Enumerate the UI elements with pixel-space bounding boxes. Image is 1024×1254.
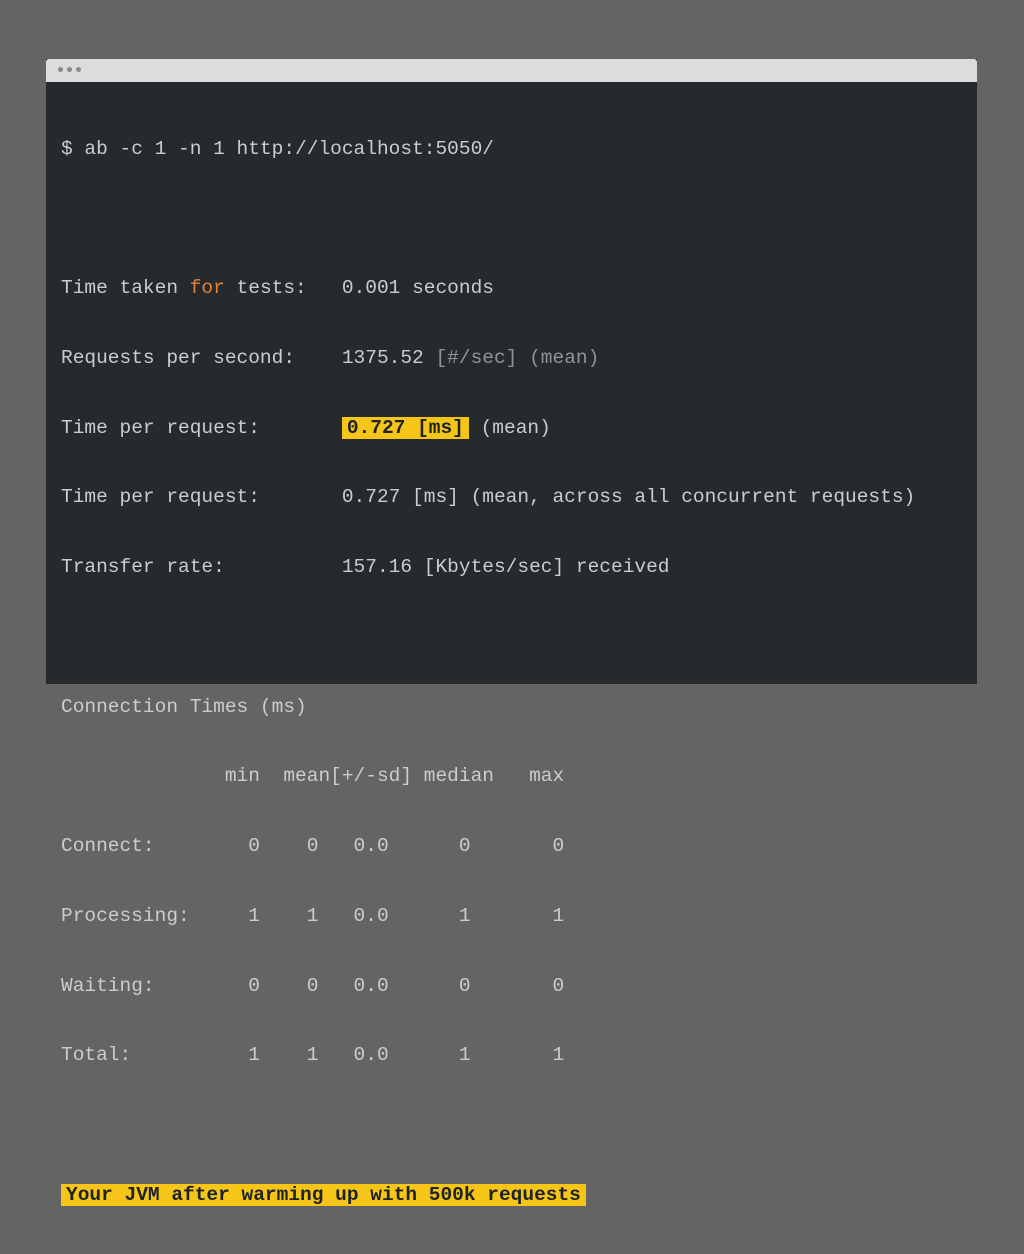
connection-times-header: min mean[+/-sd] median max <box>61 765 565 788</box>
time-taken-line: Time taken for tests: 0.001 seconds <box>61 277 977 300</box>
note-line: Your JVM after warming up with 500k requ… <box>61 1183 977 1207</box>
terminal-output: $ ab -c 1 -n 1 http://localhost:5050/ Ti… <box>61 91 977 1254</box>
window-dot-icon <box>76 67 81 72</box>
for-keyword: for <box>189 277 225 299</box>
jvm-warmup-note: Your JVM after warming up with 500k requ… <box>61 1183 586 1206</box>
terminal-window: $ ab -c 1 -n 1 http://localhost:5050/ Ti… <box>46 59 977 1206</box>
time-per-request-concurrent-line: Time per request: 0.727 [ms] (mean, acro… <box>61 486 916 509</box>
rps-unit: [#/sec] (mean) <box>435 346 600 369</box>
time-per-request-line: Time per request: 0.727 [ms] (mean) <box>61 416 977 440</box>
window-dots <box>58 67 81 72</box>
table-row: Processing: 1 1 0.0 1 1 <box>61 904 565 927</box>
tpr-suffix: (mean) <box>468 416 551 439</box>
command-line: $ ab -c 1 -n 1 http://localhost:5050/ <box>61 137 494 160</box>
table-row: Total: 1 1 0.0 1 1 <box>61 1044 565 1067</box>
highlighted-time-per-request: 0.727 [ms] <box>341 416 469 439</box>
time-taken-value: tests: 0.001 seconds <box>224 277 494 299</box>
connection-times-title: Connection Times (ms) <box>61 695 307 718</box>
table-row: Connect: 0 0 0.0 0 0 <box>61 835 565 857</box>
table-row: Waiting: 0 0 0.0 0 0 <box>61 974 565 997</box>
transfer-rate-line: Transfer rate: 157.16 [Kbytes/sec] recei… <box>61 556 670 578</box>
window-titlebar <box>46 59 977 82</box>
tpr-label: Time per request: <box>61 416 342 439</box>
window-dot-icon <box>67 67 72 72</box>
requests-per-second-line: Requests per second: 1375.52 [#/sec] (me… <box>61 347 977 370</box>
window-dot-icon <box>58 67 63 72</box>
time-taken-label: Time taken <box>61 277 190 299</box>
rps-label: Requests per second: 1375.52 <box>61 346 436 369</box>
